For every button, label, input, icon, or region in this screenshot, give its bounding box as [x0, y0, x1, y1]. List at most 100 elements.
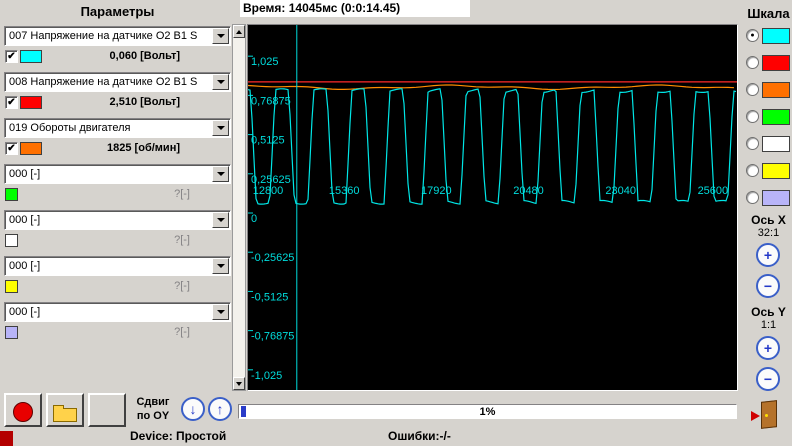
channel-0-checkbox[interactable]: ✔ [5, 50, 18, 63]
scale-color-1[interactable] [762, 55, 790, 71]
axis-x-zoom-out-button[interactable]: − [756, 274, 780, 298]
channel-1-select[interactable]: 008 Напряжение на датчике O2 B1 S [4, 72, 231, 92]
channel-2-value: 1825 [об/мин] [107, 142, 180, 154]
arrow-down-icon [236, 381, 242, 386]
svg-text:0: 0 [251, 213, 257, 225]
minus-icon: − [763, 278, 773, 294]
chevron-down-icon[interactable] [212, 304, 229, 320]
oscilloscope-plot[interactable]: 1,0250,768750,51250,256250-0,25625-0,512… [248, 25, 737, 390]
door-knob-icon [765, 414, 768, 417]
channel-1-color-swatch [20, 96, 42, 109]
channel-6-select-value: 000 [-] [9, 306, 41, 318]
scale-color-5[interactable] [762, 163, 790, 179]
svg-text:23040: 23040 [605, 185, 636, 197]
blank-tool-button[interactable] [88, 393, 126, 427]
channel-3-select-value: 000 [-] [9, 168, 41, 180]
scale-color-6[interactable] [762, 190, 790, 206]
channel-5-select-value: 000 [-] [9, 260, 41, 272]
plus-icon: + [763, 340, 773, 356]
minus-icon: − [763, 371, 773, 387]
scale-radio-6[interactable] [746, 191, 759, 204]
scale-radio-3[interactable] [746, 110, 759, 123]
chevron-down-icon [216, 80, 225, 84]
channel-0-value-row: ✔ 0,060 [Вольт] [0, 49, 235, 65]
svg-text:0,5125: 0,5125 [251, 135, 285, 147]
chevron-down-icon [216, 218, 225, 222]
time-readout: Время: 14045мс (0:0:14.45) [240, 0, 470, 17]
vertical-scrollbar[interactable] [232, 24, 246, 391]
axis-y-scale: 1:1 [760, 319, 777, 331]
svg-text:-1,025: -1,025 [251, 370, 282, 382]
shift-down-button[interactable]: ↓ [181, 397, 205, 421]
channel-1-select-value: 008 Напряжение на датчике O2 B1 S [9, 76, 198, 88]
channel-6-color-swatch [5, 326, 18, 339]
door-icon [761, 400, 777, 429]
axis-y-zoom-out-button[interactable]: − [756, 367, 780, 391]
scale-radio-5[interactable] [746, 164, 759, 177]
scale-row-6 [745, 190, 792, 207]
channel-6-value-row: ?[-] [0, 325, 235, 341]
scale-color-2[interactable] [762, 82, 790, 98]
shift-up-button[interactable]: ↑ [208, 397, 232, 421]
axis-x-label: Ось X [751, 213, 786, 227]
axis-y-zoom-in-button[interactable]: + [756, 336, 780, 360]
chevron-down-icon [216, 172, 225, 176]
scale-color-4[interactable] [762, 136, 790, 152]
scale-radio-4[interactable] [746, 137, 759, 150]
timeline-progress-bar[interactable]: 1% [238, 404, 737, 419]
channel-5-color-swatch [5, 280, 18, 293]
channel-1-checkbox[interactable]: ✔ [5, 96, 18, 109]
channel-1-value-row: ✔ 2,510 [Вольт] [0, 95, 235, 111]
channel-4-value: ?[-] [174, 234, 190, 246]
scale-color-0[interactable] [762, 28, 790, 44]
record-icon [13, 402, 33, 422]
chevron-down-icon[interactable] [212, 74, 229, 90]
chevron-down-icon[interactable] [212, 120, 229, 136]
channel-6-value: ?[-] [174, 326, 190, 338]
scale-radio-2[interactable] [746, 83, 759, 96]
check-icon: ✔ [7, 51, 16, 62]
record-state-indicator [0, 431, 13, 446]
scroll-up-button[interactable] [233, 25, 245, 38]
folder-icon [53, 404, 64, 409]
scale-color-3[interactable] [762, 109, 790, 125]
svg-text:-0,76875: -0,76875 [251, 331, 294, 343]
channel-4-select[interactable]: 000 [-] [4, 210, 231, 230]
channel-0-select[interactable]: 007 Напряжение на датчике O2 B1 S [4, 26, 231, 46]
chevron-down-icon[interactable] [212, 166, 229, 182]
scale-radio-0[interactable]: ● [746, 29, 759, 42]
channel-5-value: ?[-] [174, 280, 190, 292]
scale-row-0: ● [745, 28, 792, 45]
plus-icon: + [763, 247, 773, 263]
channel-2-value-row: ✔ 1825 [об/мин] [0, 141, 235, 157]
scale-title: Шкала [747, 6, 790, 21]
arrow-down-icon: ↓ [189, 401, 197, 417]
channel-3-value-row: ?[-] [0, 187, 235, 203]
axis-x-scale: 32:1 [757, 227, 780, 239]
scroll-down-button[interactable] [233, 377, 245, 390]
record-button[interactable] [4, 393, 42, 427]
channel-4-color-swatch [5, 234, 18, 247]
channel-5-value-row: ?[-] [0, 279, 235, 295]
chevron-down-icon[interactable] [212, 28, 229, 44]
chevron-down-icon[interactable] [212, 212, 229, 228]
channel-2-checkbox[interactable]: ✔ [5, 142, 18, 155]
svg-text:-0,5125: -0,5125 [251, 291, 288, 303]
axis-x-zoom-in-button[interactable]: + [756, 243, 780, 267]
channel-0-value: 0,060 [Вольт] [109, 50, 180, 62]
exit-button[interactable] [751, 399, 783, 431]
exit-arrow-icon [751, 411, 760, 421]
channel-5-select[interactable]: 000 [-] [4, 256, 231, 276]
device-status: Device: Простой [130, 429, 227, 443]
svg-text:0,76875: 0,76875 [251, 95, 291, 107]
channel-4-select-value: 000 [-] [9, 214, 41, 226]
channel-6-select[interactable]: 000 [-] [4, 302, 231, 322]
channel-1-value: 2,510 [Вольт] [109, 96, 180, 108]
open-file-button[interactable] [46, 393, 84, 427]
channel-4-value-row: ?[-] [0, 233, 235, 249]
scale-radio-1[interactable] [746, 56, 759, 69]
chevron-down-icon[interactable] [212, 258, 229, 274]
oy-shift-line2: по OY [136, 410, 170, 422]
channel-3-select[interactable]: 000 [-] [4, 164, 231, 184]
channel-2-select[interactable]: 019 Обороты двигателя [4, 118, 231, 138]
